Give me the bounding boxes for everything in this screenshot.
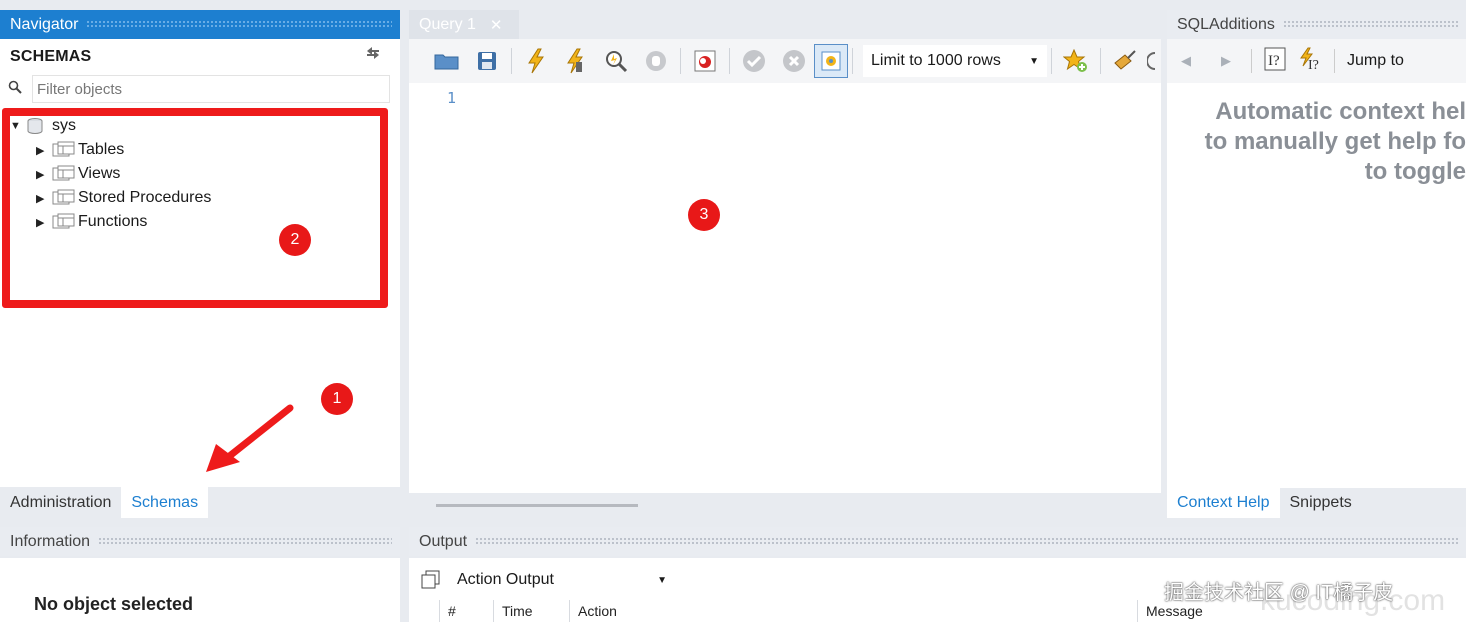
watermark: 掘金技术社区 @ IT橘子皮 [1164, 582, 1394, 604]
execute-current-icon[interactable] [556, 44, 596, 78]
svg-text:I?: I? [1268, 53, 1280, 69]
filter-objects-input[interactable] [37, 80, 389, 98]
autocommit-toggle-icon[interactable] [814, 44, 848, 78]
search-icon [8, 80, 22, 98]
sql-editor[interactable]: 1 [409, 83, 1161, 493]
annotation-badge-1: 1 [321, 383, 353, 415]
limit-rows-value: Limit to 1000 rows [871, 52, 1001, 69]
tab-schemas[interactable]: Schemas [121, 487, 209, 518]
svg-text:I?: I? [1308, 58, 1319, 71]
stop-hand-icon[interactable] [636, 44, 676, 78]
toggle-errors-icon[interactable] [685, 44, 725, 78]
line-number: 1 [447, 89, 457, 107]
filter-objects-input-wrap [32, 75, 390, 103]
tab-administration[interactable]: Administration [0, 487, 121, 518]
horizontal-scrollbar[interactable] [436, 504, 638, 507]
chevron-down-icon: ▼ [1029, 55, 1039, 67]
manual-help-icon[interactable]: I? [1264, 47, 1298, 76]
output-title: Output [419, 532, 468, 550]
sql-additions-tabs: Context Help Snippets [1167, 488, 1466, 518]
context-help-body: Automatic context hel to manually get he… [1167, 83, 1466, 488]
navigator-title: Navigator [10, 15, 79, 33]
beautify-broom-icon[interactable] [1105, 44, 1145, 78]
annotation-badge-3: 3 [688, 199, 720, 231]
explain-magnifier-icon[interactable] [596, 44, 636, 78]
sql-additions-title: SQLAdditions [1177, 15, 1275, 33]
annotation-highlight-box [2, 108, 388, 308]
add-snippet-star-icon[interactable] [1056, 44, 1096, 78]
commit-check-icon[interactable] [734, 44, 774, 78]
information-header: Information [0, 527, 400, 556]
annotation-badge-2: 2 [279, 224, 311, 256]
output-type-select[interactable]: Action Output ▼ [449, 566, 675, 594]
annotation-arrow-icon [206, 404, 294, 472]
tab-context-help[interactable]: Context Help [1167, 488, 1280, 518]
column-header-time[interactable]: Time [493, 600, 569, 622]
sql-additions-header: SQLAdditions [1167, 10, 1466, 39]
information-body: No object selected [0, 558, 400, 622]
back-arrow-icon[interactable]: ◀ [1181, 53, 1221, 69]
forward-arrow-icon[interactable]: ▶ [1221, 53, 1251, 69]
refresh-icon[interactable] [364, 46, 382, 65]
schemas-title: SCHEMAS [10, 48, 92, 65]
chevron-down-icon: ▼ [657, 574, 667, 586]
tab-query-1[interactable]: Query 1 ✕ [409, 10, 519, 39]
jump-to-select[interactable]: Jump to [1347, 52, 1404, 70]
navigator-tabs: Administration Schemas [0, 487, 400, 518]
context-help-text: Automatic context hel to manually get he… [1204, 98, 1466, 185]
navigator-header: Navigator [0, 10, 400, 39]
no-object-message: No object selected [34, 594, 194, 614]
copy-icon[interactable] [421, 570, 441, 594]
execute-lightning-icon[interactable] [516, 44, 556, 78]
sql-additions-toolbar: ◀ ▶ I? I? Jump to [1167, 39, 1466, 83]
column-header-action[interactable]: Action [569, 600, 1137, 622]
close-icon[interactable]: ✕ [490, 16, 503, 34]
auto-help-icon[interactable]: I? [1298, 47, 1334, 76]
column-header-number[interactable]: # [439, 600, 493, 622]
limit-rows-select[interactable]: Limit to 1000 rows ▼ [863, 45, 1047, 77]
query-tab-label: Query 1 [419, 15, 476, 33]
output-type-value: Action Output [457, 571, 554, 588]
output-header: Output [409, 527, 1466, 556]
tab-snippets[interactable]: Snippets [1280, 488, 1362, 518]
query-toolbar: Limit to 1000 rows ▼ [409, 39, 1161, 83]
open-folder-icon[interactable] [427, 44, 467, 78]
rollback-x-icon[interactable] [774, 44, 814, 78]
information-title: Information [10, 532, 91, 550]
more-icon[interactable] [1145, 44, 1159, 78]
save-icon[interactable] [467, 44, 507, 78]
